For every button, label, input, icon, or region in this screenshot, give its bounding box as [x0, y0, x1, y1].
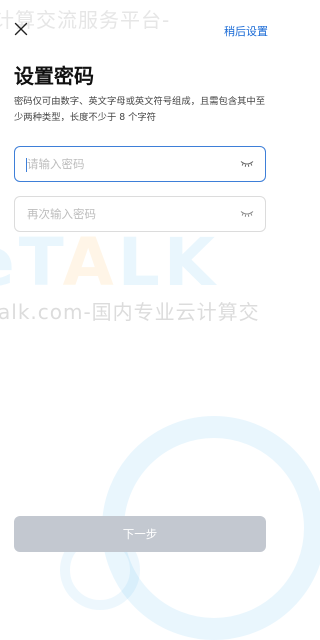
text-cursor [26, 158, 27, 172]
confirm-password-visibility-toggle[interactable] [239, 206, 255, 222]
eye-closed-icon [240, 160, 254, 168]
watermark-logo: eTALK [0, 224, 219, 301]
skip-setup-link[interactable]: 稍后设置 [224, 23, 268, 39]
watermark-mid-text: alk.com-国内专业云计算交 [0, 296, 260, 325]
next-step-label: 下一步 [123, 526, 158, 542]
password-visibility-toggle[interactable] [239, 156, 255, 172]
close-button[interactable] [12, 20, 30, 38]
confirm-password-field[interactable] [14, 196, 266, 232]
password-input[interactable] [15, 147, 239, 181]
page-title: 设置密码 [14, 60, 94, 89]
close-icon [14, 22, 28, 36]
password-rules-description: 密码仅可由数字、英文字母或英文符号组成，且需包含其中至少两种类型，长度不少于 8… [14, 94, 270, 126]
confirm-password-input[interactable] [15, 197, 239, 231]
next-step-button[interactable]: 下一步 [14, 516, 266, 552]
password-field[interactable] [14, 146, 266, 182]
eye-closed-icon [240, 210, 254, 218]
